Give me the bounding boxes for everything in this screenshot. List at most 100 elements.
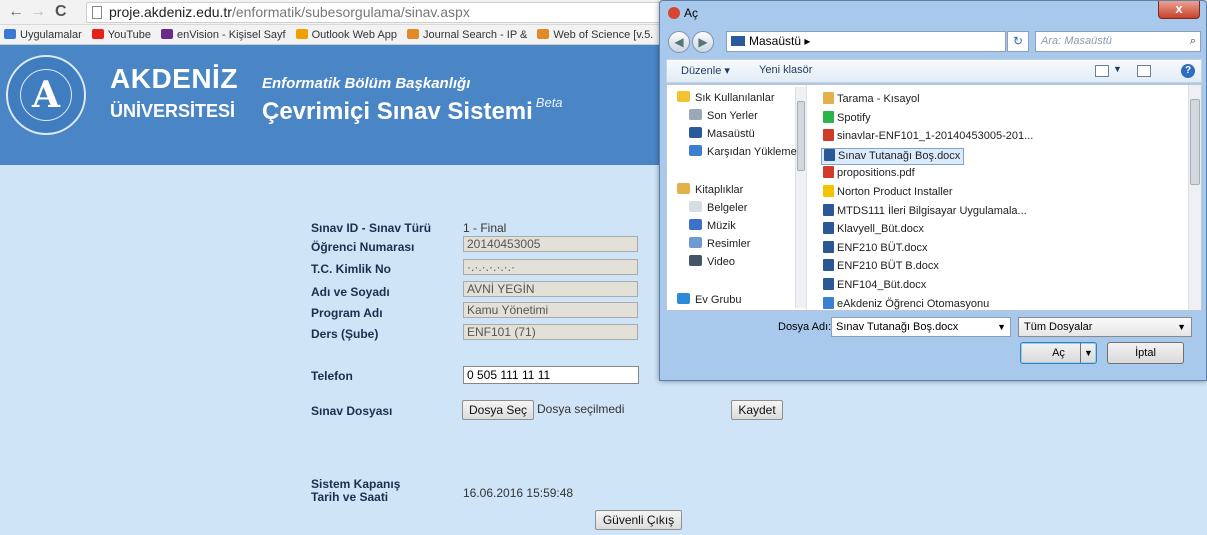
preview-pane-icon[interactable] (1137, 65, 1151, 77)
folder-icon (689, 255, 702, 266)
nav-item[interactable]: Ev Grubu (677, 293, 741, 306)
help-icon[interactable]: ? (1181, 64, 1195, 78)
search-icon[interactable]: ⌕ (1190, 32, 1196, 51)
tc-label: T.C. Kimlik No (311, 262, 392, 276)
close-time-value: 16.06.2016 15:59:48 (463, 486, 574, 500)
nav-item-label: Karşıdan Yükleme (707, 146, 797, 158)
phone-label: Telefon (311, 369, 353, 383)
beta-tag: Beta (535, 95, 563, 110)
search-input[interactable]: Ara: Masaüstü ⌕ (1035, 31, 1201, 52)
file-item[interactable]: ENF104_Büt.docx (821, 278, 929, 295)
nav-item[interactable]: Resimler (689, 237, 750, 250)
close-button[interactable]: x (1158, 1, 1200, 19)
no-file-text: Dosya seçilmedi (537, 402, 625, 416)
file-icon (823, 110, 834, 123)
nav-item[interactable]: Belgeler (689, 201, 747, 214)
file-item[interactable]: Sınav Tutanağı Boş.docx (821, 147, 965, 165)
new-folder-button[interactable]: Yeni klasör (759, 64, 812, 76)
breadcrumb[interactable]: Masaüstü ▸▼ (726, 31, 1057, 52)
url-input[interactable]: proje.akdeniz.edu.tr/enformatik/subesorg… (86, 2, 686, 23)
bookmark-label: enVision - Kişisel Sayf (176, 29, 286, 41)
nav-item[interactable]: Kitaplıklar (677, 183, 743, 196)
cancel-button[interactable]: İptal (1107, 342, 1184, 364)
bookmark-label: YouTube (107, 29, 151, 41)
logout-button[interactable]: Güvenli Çıkış (595, 510, 682, 530)
file-item-label: MTDS111 İleri Bilgisayar Uygulamala... (837, 204, 1027, 217)
file-icon (823, 296, 834, 309)
refresh-icon[interactable]: ↻ (1007, 31, 1029, 52)
bookmark-icon (407, 29, 420, 39)
bookmark-label: Journal Search - IP & (423, 29, 528, 41)
bookmark-item[interactable]: YouTube (88, 25, 157, 44)
bookmark-icon (91, 29, 104, 39)
logo-letter: A (20, 69, 72, 121)
file-item-label: ENF210 BÜT B.docx (837, 260, 939, 273)
file-item[interactable]: eAkdeniz Öğrenci Otomasyonu (821, 296, 992, 314)
reload-icon[interactable]: C (55, 3, 67, 21)
bookmark-item[interactable]: Web of Science [v.5. (533, 25, 659, 44)
file-item[interactable]: sinavlar-ENF101_1-20140453005-201... (821, 129, 1036, 146)
forward-icon[interactable]: ▶ (692, 31, 714, 53)
file-item[interactable]: Norton Product Installer (821, 185, 956, 202)
phone-input[interactable]: 0 505 111 11 11 (463, 366, 639, 384)
file-item[interactable]: MTDS111 İleri Bilgisayar Uygulamala... (821, 203, 1030, 221)
nav-item[interactable]: Sık Kullanılanlar (677, 91, 775, 104)
file-item-label: Sınav Tutanağı Boş.docx (838, 149, 961, 162)
forward-icon[interactable]: → (30, 3, 46, 21)
program-field: Kamu Yönetimi (463, 302, 638, 318)
back-icon[interactable]: ◀ (668, 31, 690, 53)
department-title: Enformatik Bölüm Başkanlığı (262, 75, 471, 92)
save-button[interactable]: Kaydet (731, 400, 783, 420)
folder-icon (677, 293, 690, 304)
nav-item-label: Son Yerler (707, 110, 758, 122)
nav-item-label: Sık Kullanılanlar (695, 92, 775, 104)
url-host: proje.akdeniz.edu.tr (109, 4, 232, 20)
tc-field: ·.·.·.·.·.·.· (463, 259, 638, 275)
nav-item[interactable]: Video (689, 255, 735, 268)
filename-input[interactable]: Sınav Tutanağı Boş.docx ▼ (831, 317, 1011, 337)
filetype-select[interactable]: Tüm Dosyalar ▼ (1018, 317, 1192, 337)
file-item-label: eAkdeniz Öğrenci Otomasyonu (837, 297, 990, 310)
file-item[interactable]: Spotify (821, 110, 874, 128)
file-icon (823, 129, 834, 142)
nav-scrollbar[interactable] (795, 87, 806, 308)
bookmark-item[interactable]: Journal Search - IP & (403, 25, 533, 44)
file-list-scrollbar[interactable] (1188, 85, 1201, 310)
nav-item[interactable]: Müzik (689, 219, 736, 232)
bookmark-icon (295, 29, 308, 39)
file-item[interactable]: propositions.pdf (821, 166, 918, 183)
student-no-field: 20140453005 (463, 236, 638, 252)
file-item[interactable]: Tarama - Kısayol (821, 92, 923, 109)
university-logo[interactable]: A (6, 55, 86, 135)
nav-scrollbar-thumb[interactable] (797, 101, 805, 171)
nav-item[interactable]: Karşıdan Yükleme (689, 145, 797, 158)
nav-item[interactable]: Masaüstü (689, 127, 755, 140)
file-item-label: ENF104_Büt.docx (837, 279, 927, 291)
file-item[interactable]: ENF210 BÜT.docx (821, 240, 930, 258)
file-item[interactable]: ENF210 BÜT B.docx (821, 259, 942, 276)
open-button[interactable]: Aç ▼ (1020, 342, 1097, 364)
filetype-value: Tüm Dosyalar (1024, 321, 1093, 333)
filename-label: Dosya Adı: (778, 321, 832, 333)
course-label: Ders (Şube) (311, 327, 379, 341)
file-icon (824, 148, 835, 161)
bookmark-item[interactable]: enVision - Kişisel Sayf (157, 25, 292, 44)
chrome-icon (668, 7, 680, 19)
chevron-down-icon[interactable]: ▼ (1080, 343, 1096, 363)
nav-item[interactable]: Son Yerler (689, 109, 758, 122)
choose-file-button[interactable]: Dosya Seç (462, 400, 534, 420)
chevron-down-icon[interactable]: ▼ (1113, 64, 1122, 74)
file-item[interactable]: Klavyell_Büt.docx (821, 222, 927, 239)
bookmark-item[interactable]: Outlook Web App (292, 25, 403, 44)
back-icon[interactable]: ← (8, 3, 24, 21)
view-options-icon[interactable] (1095, 65, 1109, 77)
nav-item-label: Video (707, 256, 735, 268)
file-scrollbar-thumb[interactable] (1190, 99, 1200, 185)
bookmark-icon (537, 29, 550, 39)
file-icon (823, 203, 834, 216)
chevron-down-icon[interactable]: ▼ (997, 318, 1006, 336)
chevron-down-icon[interactable]: ▼ (1177, 318, 1186, 336)
bookmark-item[interactable]: Uygulamalar (0, 25, 88, 44)
url-path: /enformatik/subesorgulama/sinav.aspx (231, 4, 470, 20)
organize-button[interactable]: Düzenle ▾ (681, 64, 730, 77)
